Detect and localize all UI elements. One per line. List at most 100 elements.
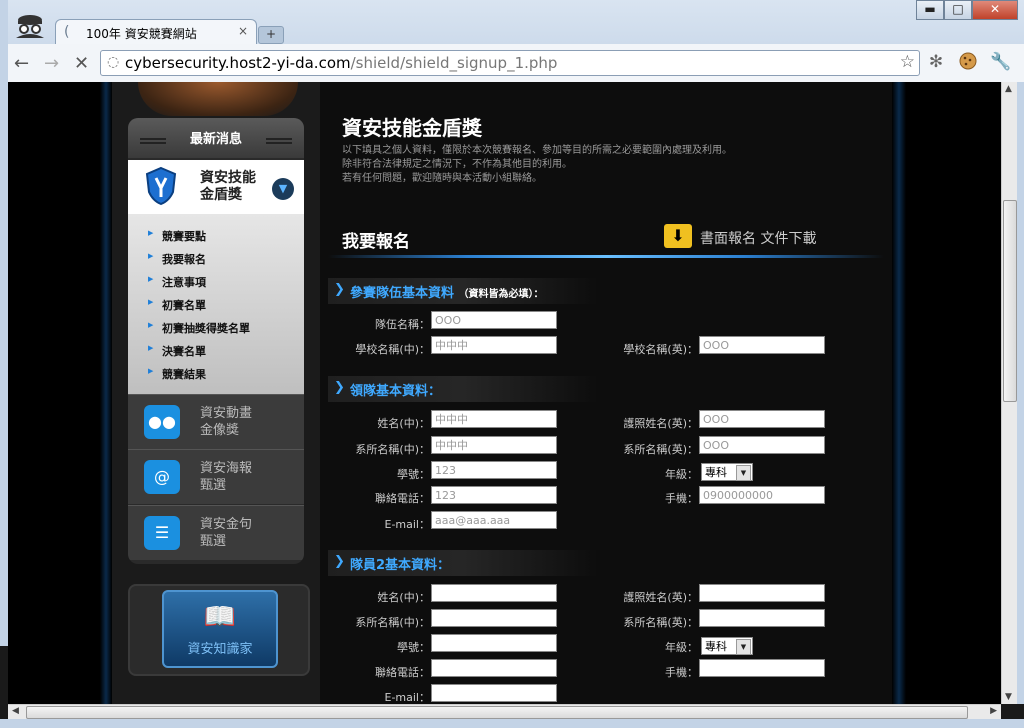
section-member2: 隊員2基本資料： xyxy=(328,550,598,576)
field-label: 學校名稱(中)： xyxy=(355,343,430,356)
download-icon[interactable]: ⬇ xyxy=(664,224,692,248)
vertical-scroll-thumb[interactable] xyxy=(1003,200,1017,402)
tab-close-icon[interactable]: × xyxy=(238,24,248,38)
knowledge-panel: 📖 資安知識家 xyxy=(162,590,278,668)
member2-passport-name-input[interactable] xyxy=(699,584,825,602)
scroll-right-icon[interactable]: ▶ xyxy=(990,706,997,716)
leader-email-input[interactable]: aaa@aaa.aaa xyxy=(431,511,557,529)
submenu-item[interactable]: 決賽名單 xyxy=(148,343,206,359)
member2-dept-zh-input[interactable] xyxy=(431,609,557,627)
member2-student-id-input[interactable] xyxy=(431,634,557,652)
download-link[interactable]: 書面報名 文件下載 xyxy=(700,228,816,248)
school-name-zh-input[interactable]: 中中中 xyxy=(431,336,557,354)
leader-dept-zh-input[interactable]: 中中中 xyxy=(431,436,557,454)
field-label: 學校名稱(英)： xyxy=(623,343,698,356)
page-title: 資安技能金盾獎 xyxy=(342,116,482,140)
section-title-text: 領隊基本資料： xyxy=(334,380,441,399)
globe-icon: ◌ xyxy=(107,54,120,70)
intro-text: 以下填具之個人資料，僅限於本次競賽報名、參加等目的所需之必要範圍內處理及利用。 … xyxy=(342,145,732,184)
submenu-item[interactable]: 競賽結果 xyxy=(148,366,206,382)
tab-active[interactable]: ( 100年 資安競賽網站 × xyxy=(55,19,257,45)
submenu-item[interactable]: 初賽名單 xyxy=(148,297,206,313)
school-name-en-input[interactable]: OOO xyxy=(699,336,825,354)
window-frame-right xyxy=(1016,82,1024,704)
address-bar[interactable]: ◌ cybersecurity.host2-yi-da.com/shield/s… xyxy=(100,50,920,76)
wrench-icon[interactable]: 🔧 xyxy=(990,52,1011,72)
leader-name-zh-input[interactable]: 中中中 xyxy=(431,410,557,428)
maximize-button[interactable]: □ xyxy=(944,0,972,20)
knowledge-banner[interactable]: 📖 資安知識家 xyxy=(128,584,310,676)
leader-mobile-input[interactable]: 0900000000 xyxy=(699,486,825,504)
field-label: 姓名(中)： xyxy=(377,417,430,430)
section-note: （資料皆為必填）： xyxy=(458,289,544,300)
bookmark-star-icon[interactable]: ☆ xyxy=(900,52,915,72)
sidebar-item-shield[interactable]: 資安技能 金盾獎 ▼ xyxy=(128,160,304,214)
chevron-down-icon[interactable]: ▼ xyxy=(272,178,294,200)
field-label: 聯絡電話： xyxy=(375,492,430,505)
url-host: cybersecurity.host2-yi-da.com xyxy=(125,54,351,72)
sidebar-item-news[interactable]: 最新消息 xyxy=(128,118,304,158)
cookie-icon[interactable] xyxy=(958,52,978,72)
section-team-title: 參賽隊伍基本資料 （資料皆為必填）： xyxy=(334,282,544,301)
field-label: 系所名稱(中)： xyxy=(355,616,430,629)
horizontal-scroll-thumb[interactable] xyxy=(26,706,968,719)
field-label: 學號： xyxy=(397,641,430,654)
leader-grade-select[interactable]: 專科 xyxy=(701,463,753,481)
minimize-button[interactable]: ▬ xyxy=(916,0,944,20)
section-leader: 領隊基本資料： xyxy=(328,376,598,402)
divider xyxy=(328,255,884,258)
scroll-left-icon[interactable]: ◀ xyxy=(12,706,19,716)
leader-student-id-input[interactable]: 123 xyxy=(431,461,557,479)
sidebar-item-shield-label: 資安技能 金盾獎 xyxy=(200,170,256,203)
member2-phone-input[interactable] xyxy=(431,659,557,677)
speech-bubble-icon: ☰ xyxy=(144,516,180,550)
field-label: 手機： xyxy=(665,492,698,505)
loading-icon: ( xyxy=(64,24,70,40)
sidebar-item-quote[interactable]: ☰ 資安金句 甄選 xyxy=(128,505,304,560)
url-text: cybersecurity.host2-yi-da.com/shield/shi… xyxy=(125,54,557,72)
gear-icon[interactable]: ✻ xyxy=(926,52,946,72)
section-title-text: 參賽隊伍基本資料 xyxy=(350,286,455,301)
back-icon[interactable]: ← xyxy=(14,53,29,74)
tab-strip: ( 100年 資安競賽網站 × + ▬ □ ✕ xyxy=(0,0,1024,45)
sidebar-item-animation[interactable]: ●● 資安動畫 金像獎 xyxy=(128,394,304,449)
submenu-item[interactable]: 競賽要點 xyxy=(148,228,206,244)
leader-dept-en-input[interactable]: OOO xyxy=(699,436,825,454)
member2-grade-select[interactable]: 專科 xyxy=(701,637,753,655)
member2-name-zh-input[interactable] xyxy=(431,584,557,602)
video-camera-icon: ●● xyxy=(144,405,180,439)
field-label: 系所名稱(英)： xyxy=(623,616,698,629)
url-path: /shield/shield_signup_1.php xyxy=(350,54,558,72)
submenu-item[interactable]: 初賽抽獎得獎名單 xyxy=(148,320,250,336)
book-icon: 📖 xyxy=(203,602,237,632)
field-label: 學號： xyxy=(397,468,430,481)
submenu-item[interactable]: 我要報名 xyxy=(148,251,206,267)
tab-title: 100年 資安競賽網站 xyxy=(86,27,197,41)
submenu: 競賽要點 我要報名 注意事項 初賽名單 初賽抽獎得獎名單 決賽名單 競賽結果 xyxy=(128,214,304,394)
forward-icon[interactable]: → xyxy=(44,53,59,74)
sidebar-item-label: 資安動畫 金像獎 xyxy=(200,406,253,438)
vertical-scrollbar[interactable]: ▲ ▼ xyxy=(1001,82,1017,704)
section-team: 參賽隊伍基本資料 （資料皆為必填）： xyxy=(328,278,598,304)
member2-email-input[interactable] xyxy=(431,684,557,702)
sidebar-item-poster[interactable]: @ 資安海報 甄選 xyxy=(128,449,304,504)
toolbar: ← → ✕ ◌ cybersecurity.host2-yi-da.com/sh… xyxy=(0,44,1024,83)
member2-mobile-input[interactable] xyxy=(699,659,825,677)
horizontal-scrollbar[interactable]: ◀ ▶ xyxy=(8,704,1001,720)
team-name-input[interactable]: OOO xyxy=(431,311,557,329)
decor-glow-right xyxy=(892,82,906,704)
site-logo[interactable] xyxy=(138,82,298,116)
new-tab-button[interactable]: + xyxy=(258,26,284,44)
knowledge-label: 資安知識家 xyxy=(187,642,253,657)
submenu-item[interactable]: 注意事項 xyxy=(148,274,206,290)
scroll-down-icon[interactable]: ▼ xyxy=(1005,692,1012,702)
section-title-text: 隊員2基本資料： xyxy=(334,554,450,573)
member2-dept-en-input[interactable] xyxy=(699,609,825,627)
stop-icon[interactable]: ✕ xyxy=(74,53,89,74)
field-label: 聯絡電話： xyxy=(375,666,430,679)
field-label: 系所名稱(英)： xyxy=(623,443,698,456)
leader-phone-input[interactable]: 123 xyxy=(431,486,557,504)
close-window-button[interactable]: ✕ xyxy=(972,0,1018,20)
scroll-up-icon[interactable]: ▲ xyxy=(1005,84,1012,94)
leader-passport-name-input[interactable]: OOO xyxy=(699,410,825,428)
